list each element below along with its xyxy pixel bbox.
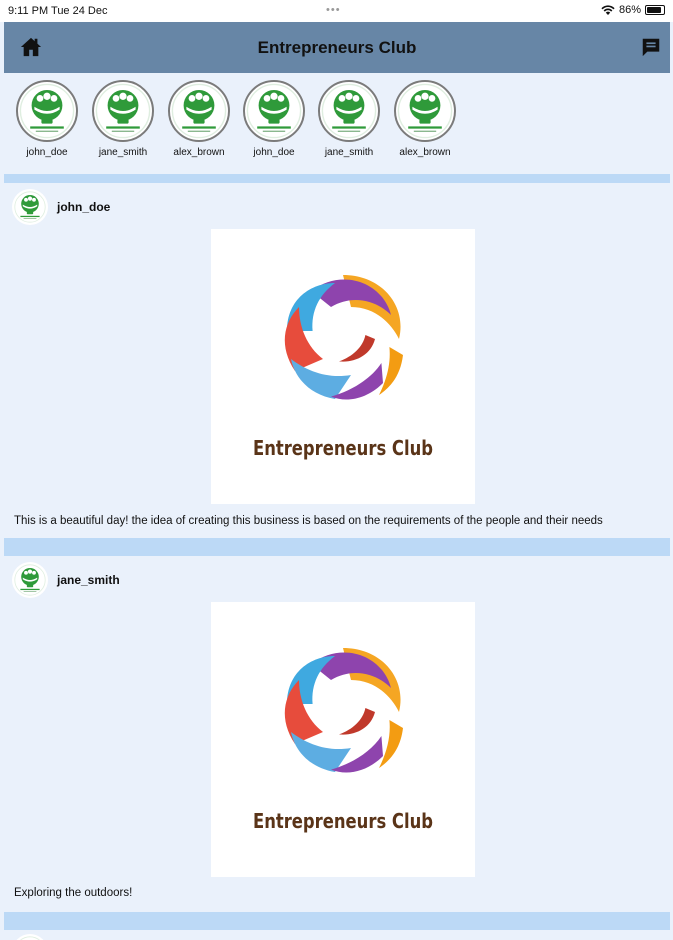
club-logo-icon	[397, 83, 453, 139]
post-username[interactable]: john_doe	[57, 200, 110, 214]
status-bar: 9:11 PM Tue 24 Dec ••• 86%	[0, 0, 673, 22]
post-image[interactable]: Entrepreneurs Club	[211, 229, 475, 504]
wifi-icon	[601, 4, 615, 15]
club-logo-icon	[246, 83, 302, 139]
status-time: 9:11 PM Tue 24 Dec	[8, 5, 108, 17]
swirl-logo-icon	[263, 632, 423, 792]
story-item[interactable]: john_doe	[236, 80, 312, 158]
post-avatar[interactable]	[12, 562, 48, 598]
post-image-brand: Entrepreneurs Club	[253, 436, 433, 460]
swirl-logo-icon	[263, 259, 423, 419]
status-right: 86%	[601, 4, 665, 16]
chat-icon[interactable]	[640, 36, 662, 58]
story-username: alex_brown	[399, 147, 451, 158]
app-header: Entrepreneurs Club	[4, 22, 670, 73]
story-avatar	[168, 80, 230, 142]
story-item[interactable]: john_doe	[9, 80, 85, 158]
post-image[interactable]: Entrepreneurs Club	[211, 602, 475, 877]
story-avatar	[243, 80, 305, 142]
multitask-dots[interactable]: •••	[326, 4, 341, 16]
club-logo-icon	[321, 83, 377, 139]
post-card: john_doe Entrepreneurs Club This is a be…	[4, 183, 670, 538]
story-avatar	[92, 80, 154, 142]
post-card	[4, 930, 670, 940]
post-avatar[interactable]	[12, 934, 48, 940]
story-item[interactable]: jane_smith	[85, 80, 161, 158]
battery-percent: 86%	[618, 4, 641, 16]
story-username: john_doe	[253, 147, 295, 158]
club-logo-icon	[14, 936, 46, 940]
story-username: jane_smith	[98, 147, 148, 158]
story-username: john_doe	[26, 147, 68, 158]
story-avatar	[394, 80, 456, 142]
battery-icon	[645, 5, 665, 15]
story-username: alex_brown	[173, 147, 225, 158]
section-divider	[4, 912, 670, 930]
page-title: Entrepreneurs Club	[257, 38, 417, 57]
story-item[interactable]: alex_brown	[387, 80, 463, 158]
post-username[interactable]: jane_smith	[57, 573, 120, 587]
section-divider	[4, 174, 670, 183]
section-divider	[4, 538, 670, 556]
post-card: jane_smith Entrepreneurs Club Exploring …	[4, 556, 670, 912]
stories-bar: john_doe jane_smith alex_brown john_doe …	[4, 73, 670, 174]
story-avatar	[16, 80, 78, 142]
post-avatar[interactable]	[12, 189, 48, 225]
post-caption: This is a beautiful day! the idea of cre…	[14, 515, 603, 527]
club-logo-icon	[95, 83, 151, 139]
post-image-brand: Entrepreneurs Club	[253, 809, 433, 833]
post-caption: Exploring the outdoors!	[14, 887, 133, 899]
story-avatar	[318, 80, 380, 142]
club-logo-icon	[19, 83, 75, 139]
story-item[interactable]: jane_smith	[311, 80, 387, 158]
club-logo-icon	[14, 564, 46, 596]
story-username: jane_smith	[324, 147, 374, 158]
club-logo-icon	[14, 191, 46, 223]
story-item[interactable]: alex_brown	[161, 80, 237, 158]
club-logo-icon	[171, 83, 227, 139]
